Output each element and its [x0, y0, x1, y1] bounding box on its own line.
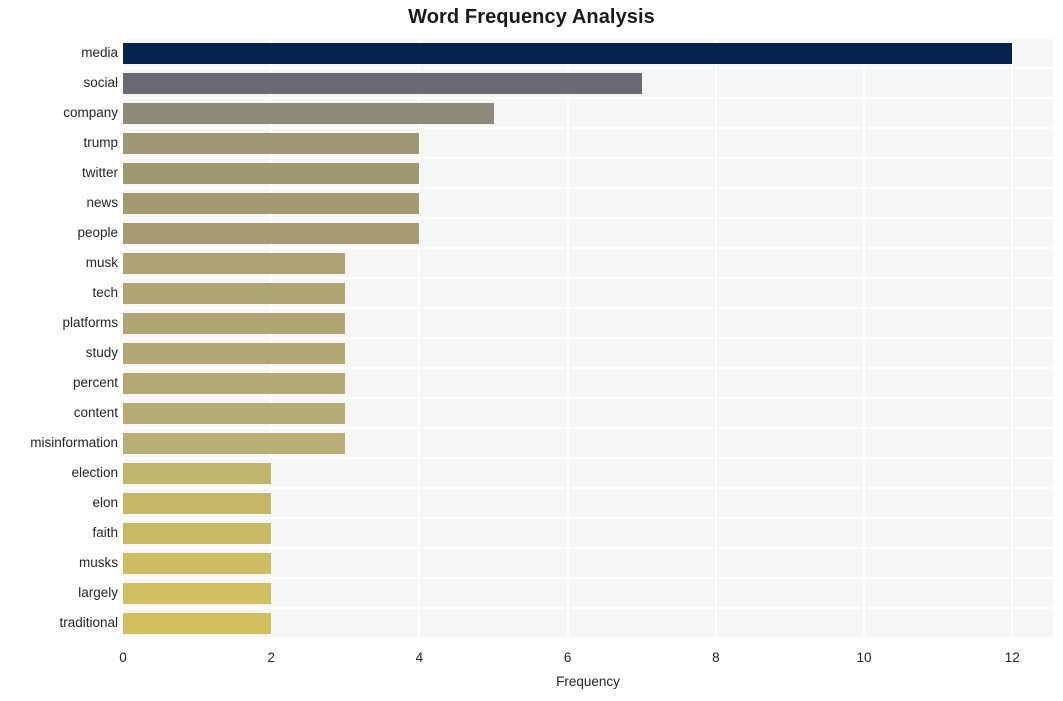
- gridline-horizontal: [123, 517, 1053, 519]
- x-tick-label-0: 0: [119, 650, 127, 665]
- y-axis-labels: media social company trump twitter news people…: [0, 38, 118, 638]
- x-tick-label-8: 8: [712, 650, 720, 665]
- gridline-horizontal: [123, 307, 1053, 309]
- y-tick-label-news: news: [86, 195, 118, 210]
- gridline-horizontal: [123, 607, 1053, 609]
- gridline-horizontal: [123, 547, 1053, 549]
- bar-election: [123, 462, 272, 484]
- gridline-horizontal: [123, 247, 1053, 249]
- gridline-horizontal: [123, 487, 1053, 489]
- page-title: Word Frequency Analysis: [408, 6, 655, 28]
- plot-area: [123, 38, 1053, 638]
- y-tick-label-election: election: [71, 465, 118, 480]
- y-tick-label-misinformation: misinformation: [30, 435, 118, 450]
- y-tick-label-media: media: [81, 45, 118, 60]
- x-tick-label-10: 10: [856, 650, 872, 665]
- gridline-horizontal: [123, 67, 1053, 69]
- gridline-horizontal: [123, 277, 1053, 279]
- bar-platforms: [123, 312, 346, 334]
- y-tick-label-elon: elon: [92, 495, 118, 510]
- y-tick-label-traditional: traditional: [59, 615, 118, 630]
- bar-study: [123, 342, 346, 364]
- y-tick-label-social: social: [83, 75, 118, 90]
- y-tick-label-twitter: twitter: [81, 165, 118, 180]
- gridline-horizontal: [123, 427, 1053, 429]
- y-tick-label-musk: musk: [85, 255, 118, 270]
- bar-company: [123, 102, 494, 124]
- gridline-horizontal: [123, 217, 1053, 219]
- gridline-horizontal: [123, 367, 1053, 369]
- gridline-horizontal: [123, 97, 1053, 99]
- bar-media: [123, 42, 1013, 64]
- bar-musk: [123, 252, 346, 274]
- y-tick-label-people: people: [77, 225, 118, 240]
- bar-social: [123, 72, 642, 94]
- y-tick-label-largely: largely: [78, 585, 118, 600]
- x-axis-ticks: 0 2 4 6 8 10 12: [119, 638, 1053, 668]
- gridline-horizontal: [123, 337, 1053, 339]
- gridline-horizontal: [123, 577, 1053, 579]
- bar-faith: [123, 522, 272, 544]
- y-tick-label-tech: tech: [92, 285, 118, 300]
- y-tick-label-musks: musks: [78, 555, 118, 570]
- bar-news: [123, 192, 420, 214]
- chart-figure: Word Frequency Analysis media social compa…: [0, 0, 1063, 701]
- x-tick-label-2: 2: [267, 650, 275, 665]
- bar-people: [123, 222, 420, 244]
- y-tick-label-company: company: [63, 105, 118, 120]
- x-tick-label-6: 6: [563, 650, 572, 665]
- y-tick-label-platforms: platforms: [62, 315, 118, 330]
- bar-percent: [123, 372, 346, 394]
- bar-tech: [123, 282, 346, 304]
- y-tick-label-percent: percent: [72, 375, 118, 390]
- x-axis-label: Frequency: [556, 674, 620, 689]
- gridline-horizontal: [123, 157, 1053, 159]
- bar-largely: [123, 582, 272, 604]
- y-tick-label-trump: trump: [83, 135, 118, 150]
- gridline-horizontal: [123, 397, 1053, 399]
- bar-musks: [123, 552, 272, 574]
- bar-content: [123, 402, 346, 424]
- bar-misinformation: [123, 432, 346, 454]
- y-tick-label-content: content: [73, 405, 118, 420]
- gridline-horizontal: [123, 38, 1053, 39]
- bar-trump: [123, 132, 420, 154]
- gridline-horizontal: [123, 457, 1053, 459]
- bar-traditional: [123, 612, 272, 634]
- y-tick-label-faith: faith: [92, 525, 118, 540]
- y-tick-label-study: study: [85, 345, 118, 360]
- x-tick-label-4: 4: [415, 650, 424, 665]
- bar-elon: [123, 492, 272, 514]
- x-tick-label-12: 12: [1004, 650, 1020, 665]
- gridline-horizontal: [123, 187, 1053, 189]
- bar-twitter: [123, 162, 420, 184]
- gridline-horizontal: [123, 127, 1053, 129]
